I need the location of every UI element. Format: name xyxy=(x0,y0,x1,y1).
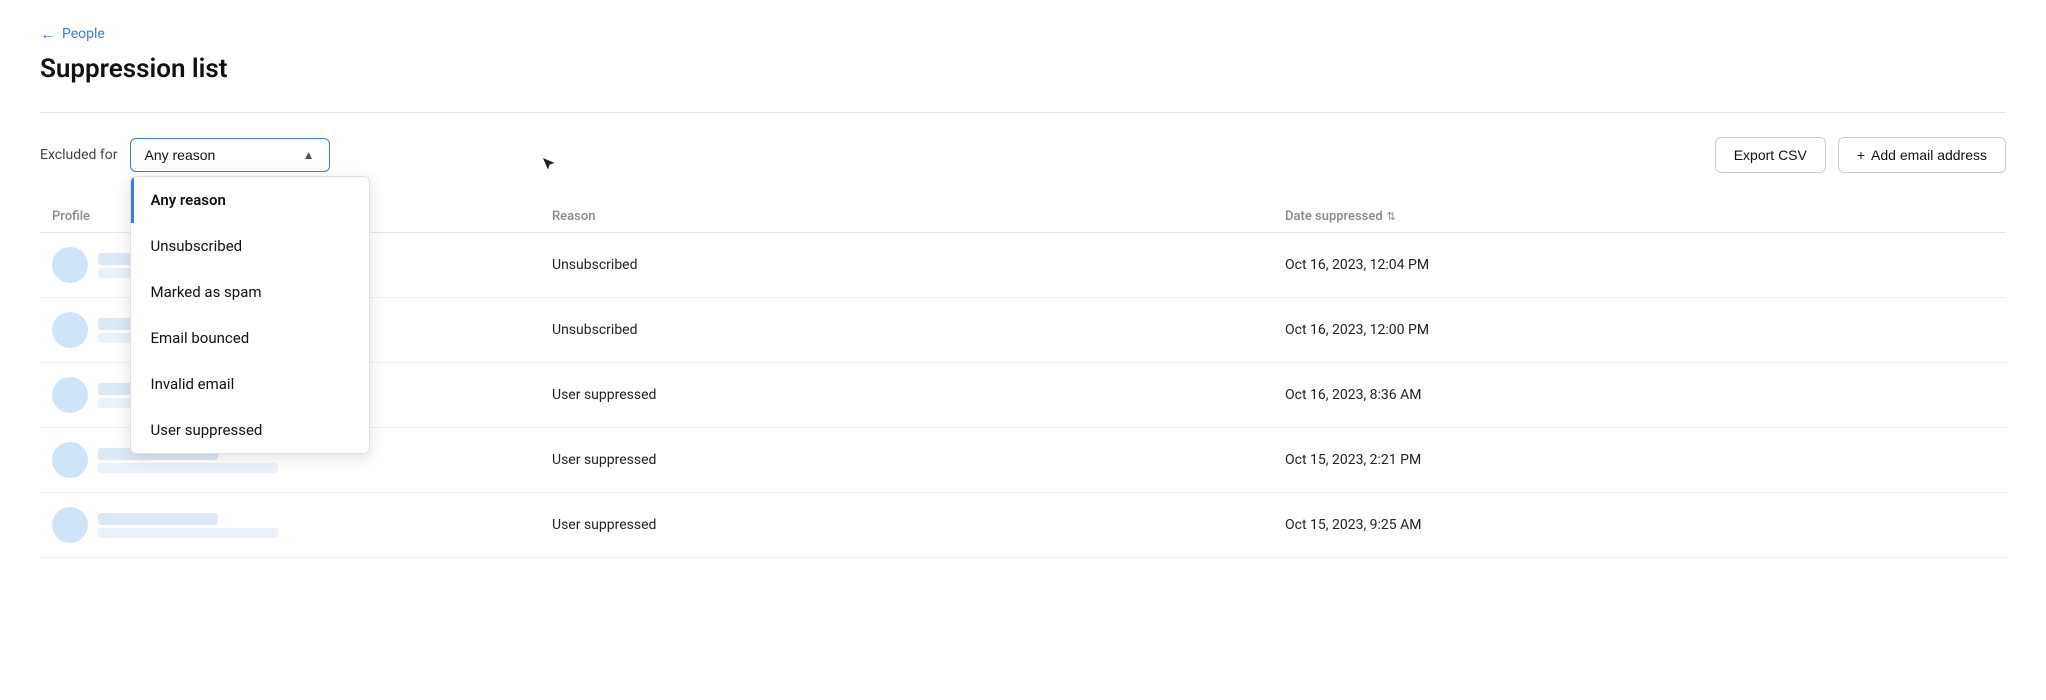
dropdown-option-invalid-email[interactable]: Invalid email xyxy=(131,361,369,407)
reason-dropdown-menu: Any reason Unsubscribed Marked as spam E… xyxy=(130,176,370,454)
column-header-date-suppressed[interactable]: Date suppressed ⇅ xyxy=(1273,209,2006,224)
back-arrow-icon: ← xyxy=(40,24,56,44)
excluded-for-label: Excluded for xyxy=(40,147,118,163)
sort-icon: ⇅ xyxy=(1387,210,1396,223)
back-link[interactable]: ← People xyxy=(40,24,2006,44)
dropdown-option-email-bounced[interactable]: Email bounced xyxy=(131,315,369,361)
avatar xyxy=(52,312,88,348)
export-csv-button[interactable]: Export CSV xyxy=(1715,137,1826,173)
dropdown-option-any-reason[interactable]: Any reason xyxy=(131,177,369,223)
column-header-reason: Reason xyxy=(540,209,1273,224)
reason-dropdown-wrapper: Any reason ▲ Any reason Unsubscribed Mar… xyxy=(130,138,330,172)
reason-cell: Unsubscribed xyxy=(540,257,1273,273)
add-email-label: Add email address xyxy=(1871,147,1987,163)
reason-cell: User suppressed xyxy=(540,387,1273,403)
reason-cell: User suppressed xyxy=(540,452,1273,468)
avatar xyxy=(52,507,88,543)
profile-name-bar xyxy=(98,513,218,525)
add-email-button[interactable]: + Add email address xyxy=(1838,137,2006,173)
date-cell: Oct 16, 2023, 12:04 PM xyxy=(1273,257,2006,273)
avatar xyxy=(52,442,88,478)
profile-email-bar xyxy=(98,528,278,538)
toolbar: Excluded for Any reason ▲ Any reason Uns… xyxy=(40,137,2006,173)
reason-cell: Unsubscribed xyxy=(540,322,1273,338)
date-cell: Oct 16, 2023, 12:00 PM xyxy=(1273,322,2006,338)
profile-text xyxy=(98,513,278,538)
page-container: ← People Suppression list Excluded for A… xyxy=(0,0,2046,700)
dropdown-option-user-suppressed[interactable]: User suppressed xyxy=(131,407,369,453)
date-cell: Oct 15, 2023, 9:25 AM xyxy=(1273,517,2006,533)
toolbar-right: Export CSV + Add email address xyxy=(1715,137,2006,173)
page-title: Suppression list xyxy=(40,54,2006,84)
profile-email-bar xyxy=(98,463,278,473)
add-email-icon: + xyxy=(1857,147,1865,163)
reason-dropdown-trigger[interactable]: Any reason ▲ xyxy=(130,138,330,172)
dropdown-option-unsubscribed[interactable]: Unsubscribed xyxy=(131,223,369,269)
back-link-label: People xyxy=(62,26,105,42)
divider xyxy=(40,112,2006,113)
date-cell: Oct 16, 2023, 8:36 AM xyxy=(1273,387,2006,403)
avatar xyxy=(52,377,88,413)
reason-cell: User suppressed xyxy=(540,517,1273,533)
chevron-up-icon: ▲ xyxy=(303,148,315,162)
dropdown-selected-value: Any reason xyxy=(145,147,216,163)
profile-cell xyxy=(40,507,540,543)
excluded-for-row: Excluded for Any reason ▲ Any reason Uns… xyxy=(40,138,330,172)
dropdown-option-marked-as-spam[interactable]: Marked as spam xyxy=(131,269,369,315)
avatar xyxy=(52,247,88,283)
table-row: User suppressed Oct 15, 2023, 9:25 AM xyxy=(40,493,2006,558)
date-cell: Oct 15, 2023, 2:21 PM xyxy=(1273,452,2006,468)
